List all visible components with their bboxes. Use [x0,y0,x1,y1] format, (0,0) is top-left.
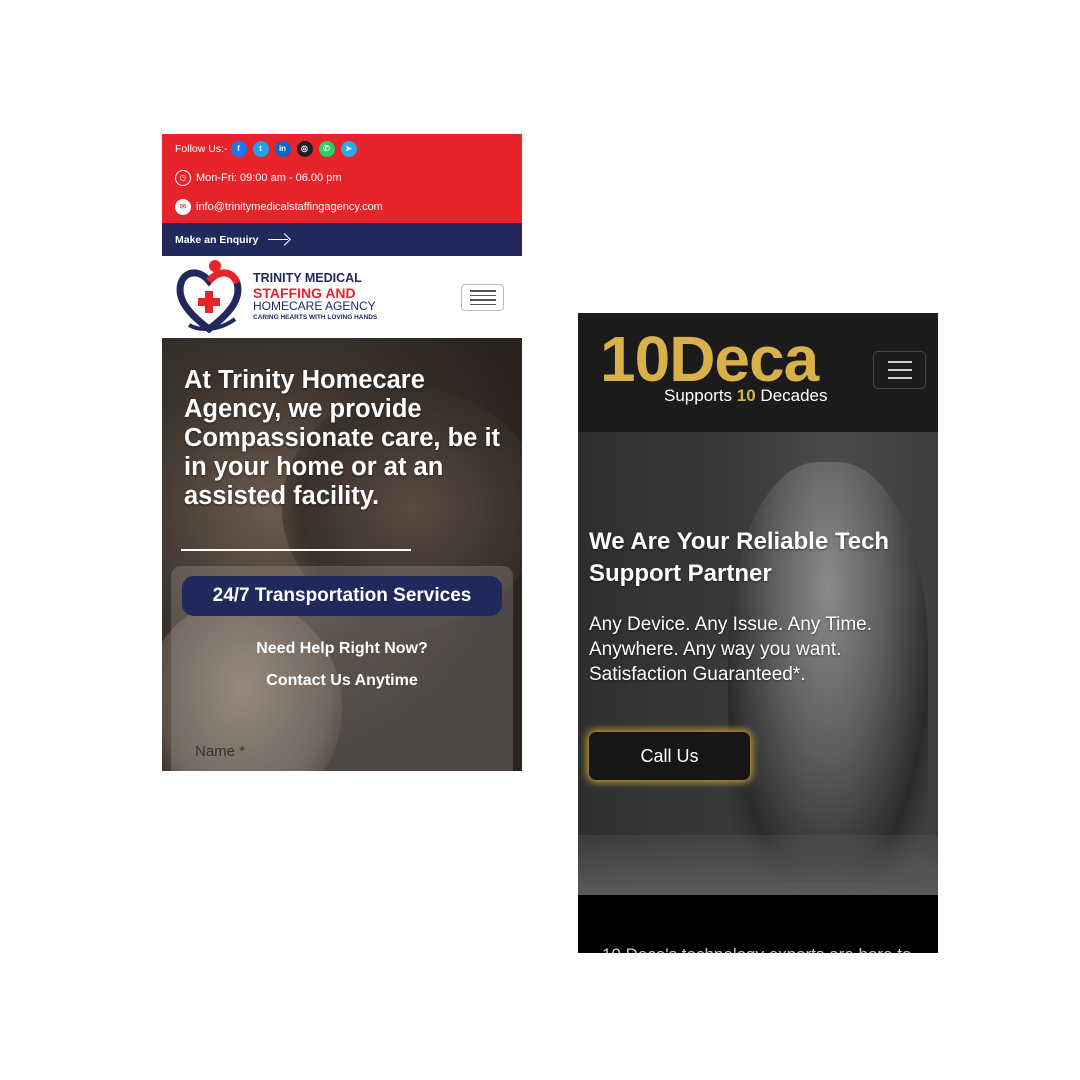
clock-icon: ◷ [175,169,191,186]
email-link[interactable]: info@trinitymedicalstaffingagency.com [196,201,383,213]
logo-tagline: CARING HEARTS WITH LOVING HANDS [253,313,378,321]
trinity-mobile-screen: Follow Us:- f t in ◎ ✆ ➤ ◷ Mon-Fri: 09:00 am … [162,134,522,771]
contact-card: 24/7 Transportation Services Need Help R… [171,566,513,771]
linkedin-icon[interactable]: in [274,140,291,157]
hours-text: Mon-Fri: 09:00 am - 06.00 pm [196,171,342,184]
twitter-icon[interactable]: t [252,140,269,157]
social-row: Follow Us:- f t in ◎ ✆ ➤ [175,134,509,163]
intro-text: 10 Deca's technology experts are here to [602,945,932,953]
logo-line2: STAFFING AND [253,284,356,301]
name-field-label: Name * [195,743,246,760]
deca-logo[interactable]: 10Deca [600,327,819,391]
telegram-icon[interactable]: ➤ [340,140,357,157]
contact-text: Contact Us Anytime [266,672,418,689]
email-row[interactable]: ✉ info@trinitymedicalstaffingagency.com [175,192,509,221]
hamburger-icon [887,361,912,363]
site-header: 10Deca Supports 10 Decades [578,313,938,432]
transport-services-button[interactable]: 24/7 Transportation Services [182,576,502,616]
enquiry-label: Make an Enquiry [175,233,259,246]
tagline-prefix: Supports [664,386,737,405]
logo-line1: TRINITY MEDICAL [253,271,362,286]
follow-label: Follow Us:- [175,142,228,155]
deca-mobile-screen: 10Deca Supports 10 Decades We Are Your R… [578,313,938,953]
menu-toggle-button[interactable] [873,351,926,389]
menu-toggle-button[interactable] [461,284,504,311]
hero-section: We Are Your Reliable Tech Support Partne… [578,432,938,895]
logo-tagline: Supports 10 Decades [664,386,828,406]
tagline-suffix: Decades [755,386,828,405]
hamburger-icon [469,290,496,292]
hero-title: We Are Your Reliable Tech Support Partne… [589,528,890,587]
hero-subtitle: Any Device. Any Issue. Any Time. Anywher… [589,614,873,685]
social-links: f t in ◎ ✆ ➤ [230,140,357,157]
hours-row: ◷ Mon-Fri: 09:00 am - 06.00 pm [175,163,509,192]
arrow-right-icon [268,234,290,246]
logo-text: TRINITY MEDICAL STAFFING AND HOMECARE AG… [253,272,377,321]
tagline-ten: 10 [736,386,756,405]
hero-section: At Trinity Homecare Agency, we provide C… [162,338,522,771]
instagram-icon[interactable]: ◎ [296,140,313,157]
help-text: Need Help Right Now? [256,640,428,657]
logo-line3: HOMECARE AGENCY [253,299,376,314]
whatsapp-icon[interactable]: ✆ [318,140,335,157]
enquiry-link[interactable]: Make an Enquiry [162,223,522,256]
trinity-logo-icon[interactable] [175,259,243,335]
facebook-icon[interactable]: f [230,140,247,157]
site-header: TRINITY MEDICAL STAFFING AND HOMECARE AG… [162,256,522,338]
hero-title: At Trinity Homecare Agency, we provide C… [184,366,501,510]
divider [181,549,411,551]
email-icon: ✉ [175,198,191,215]
top-bar: Follow Us:- f t in ◎ ✆ ➤ ◷ Mon-Fri: 09:00 am … [162,134,522,223]
call-us-button[interactable]: Call Us [589,732,750,780]
